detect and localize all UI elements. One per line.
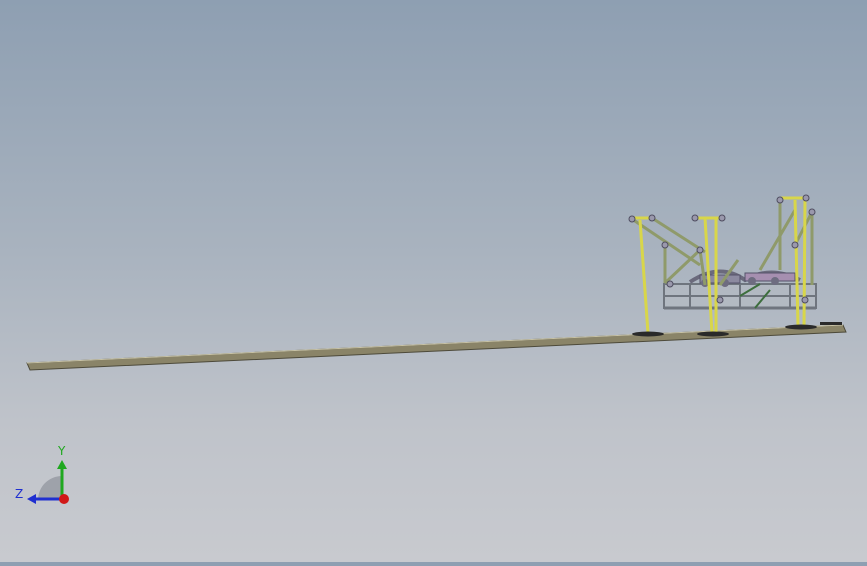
lower-frame (663, 283, 817, 310)
coordinate-triad-icon[interactable]: Y Z (15, 444, 69, 504)
rail-beam[interactable] (26, 324, 847, 371)
y-axis-label: Y (57, 444, 66, 458)
graphics-viewport[interactable]: Y Z (0, 0, 867, 562)
launching-gantry-assembly[interactable] (628, 194, 842, 337)
z-axis-label: Z (15, 487, 23, 501)
model-canvas[interactable]: Y Z (0, 0, 867, 562)
